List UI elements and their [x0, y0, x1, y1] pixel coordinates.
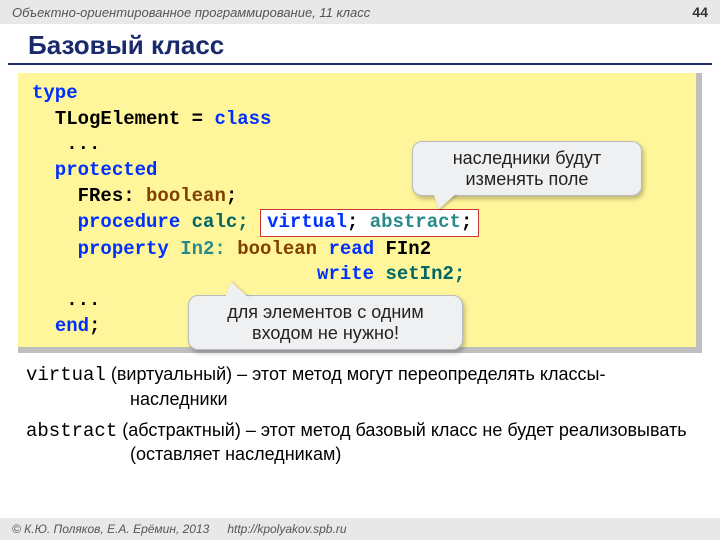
- code-block-wrap: type TLogElement = class ... protected F…: [18, 73, 702, 353]
- kw-virtual-label: virtual: [26, 364, 106, 386]
- copyright: © К.Ю. Поляков, Е.А. Ерёмин, 2013: [12, 522, 209, 536]
- virtual-abstract-box: virtual; abstract;: [260, 209, 479, 237]
- footer: © К.Ю. Поляков, Е.А. Ерёмин, 2013 http:/…: [0, 518, 720, 540]
- code-text: ;: [347, 211, 370, 233]
- explain-text: (абстрактный) – этот метод базовый класс…: [117, 420, 686, 465]
- page-number: 44: [692, 4, 708, 20]
- kw-virtual: virtual: [267, 211, 347, 233]
- explain-virtual: virtual (виртуальный) – этот метод могут…: [26, 363, 694, 410]
- explain-text: (виртуальный) – этот метод могут переопр…: [106, 364, 606, 409]
- callout-line: наследники будут: [427, 148, 627, 169]
- kw-boolean: boolean: [146, 185, 226, 207]
- code-text: [317, 238, 328, 260]
- callout-line: для элементов с одним: [203, 302, 448, 323]
- identifier-in2: In2:: [169, 238, 237, 260]
- footer-url: http://kpolyakov.spb.ru: [227, 522, 346, 536]
- header-band: Объектно-ориентированное программировани…: [0, 0, 720, 24]
- identifier-tlogelement: TLogElement: [55, 108, 180, 130]
- callout-inherit: наследники будут изменять поле: [412, 141, 642, 196]
- code-text: ...: [32, 133, 100, 155]
- kw-boolean: boolean: [237, 238, 317, 260]
- identifier-setin2: setIn2;: [374, 263, 465, 285]
- callout-tail-icon: [433, 193, 457, 209]
- callout-single-input: для элементов с одним входом не нужно!: [188, 295, 463, 350]
- code-text: [32, 238, 78, 260]
- code-text: [32, 263, 317, 285]
- kw-abstract: abstract: [370, 211, 461, 233]
- kw-property: property: [78, 238, 169, 260]
- kw-read: read: [328, 238, 374, 260]
- code-text: =: [180, 108, 214, 130]
- page-title: Базовый класс: [8, 24, 712, 65]
- code-text: FRes:: [32, 185, 146, 207]
- kw-write: write: [317, 263, 374, 285]
- kw-protected: protected: [32, 159, 157, 181]
- identifier-calc: calc;: [180, 211, 260, 233]
- identifier-fin2: FIn2: [374, 238, 431, 260]
- code-text: [32, 315, 55, 337]
- callout-line: входом не нужно!: [203, 323, 448, 344]
- explain-abstract: abstract (абстрактный) – этот метод базо…: [26, 419, 694, 466]
- kw-class: class: [214, 108, 271, 130]
- code-text: [32, 108, 55, 130]
- code-text: ;: [461, 211, 472, 233]
- kw-type: type: [32, 82, 78, 104]
- code-text: ...: [32, 289, 100, 311]
- code-text: ;: [89, 315, 100, 337]
- code-text: ;: [226, 185, 237, 207]
- code-text: [32, 211, 78, 233]
- callout-line: изменять поле: [427, 169, 627, 190]
- course-title: Объектно-ориентированное программировани…: [12, 5, 370, 20]
- kw-end: end: [55, 315, 89, 337]
- callout-tail-icon: [225, 282, 249, 298]
- kw-abstract-label: abstract: [26, 420, 117, 442]
- kw-procedure: procedure: [78, 211, 181, 233]
